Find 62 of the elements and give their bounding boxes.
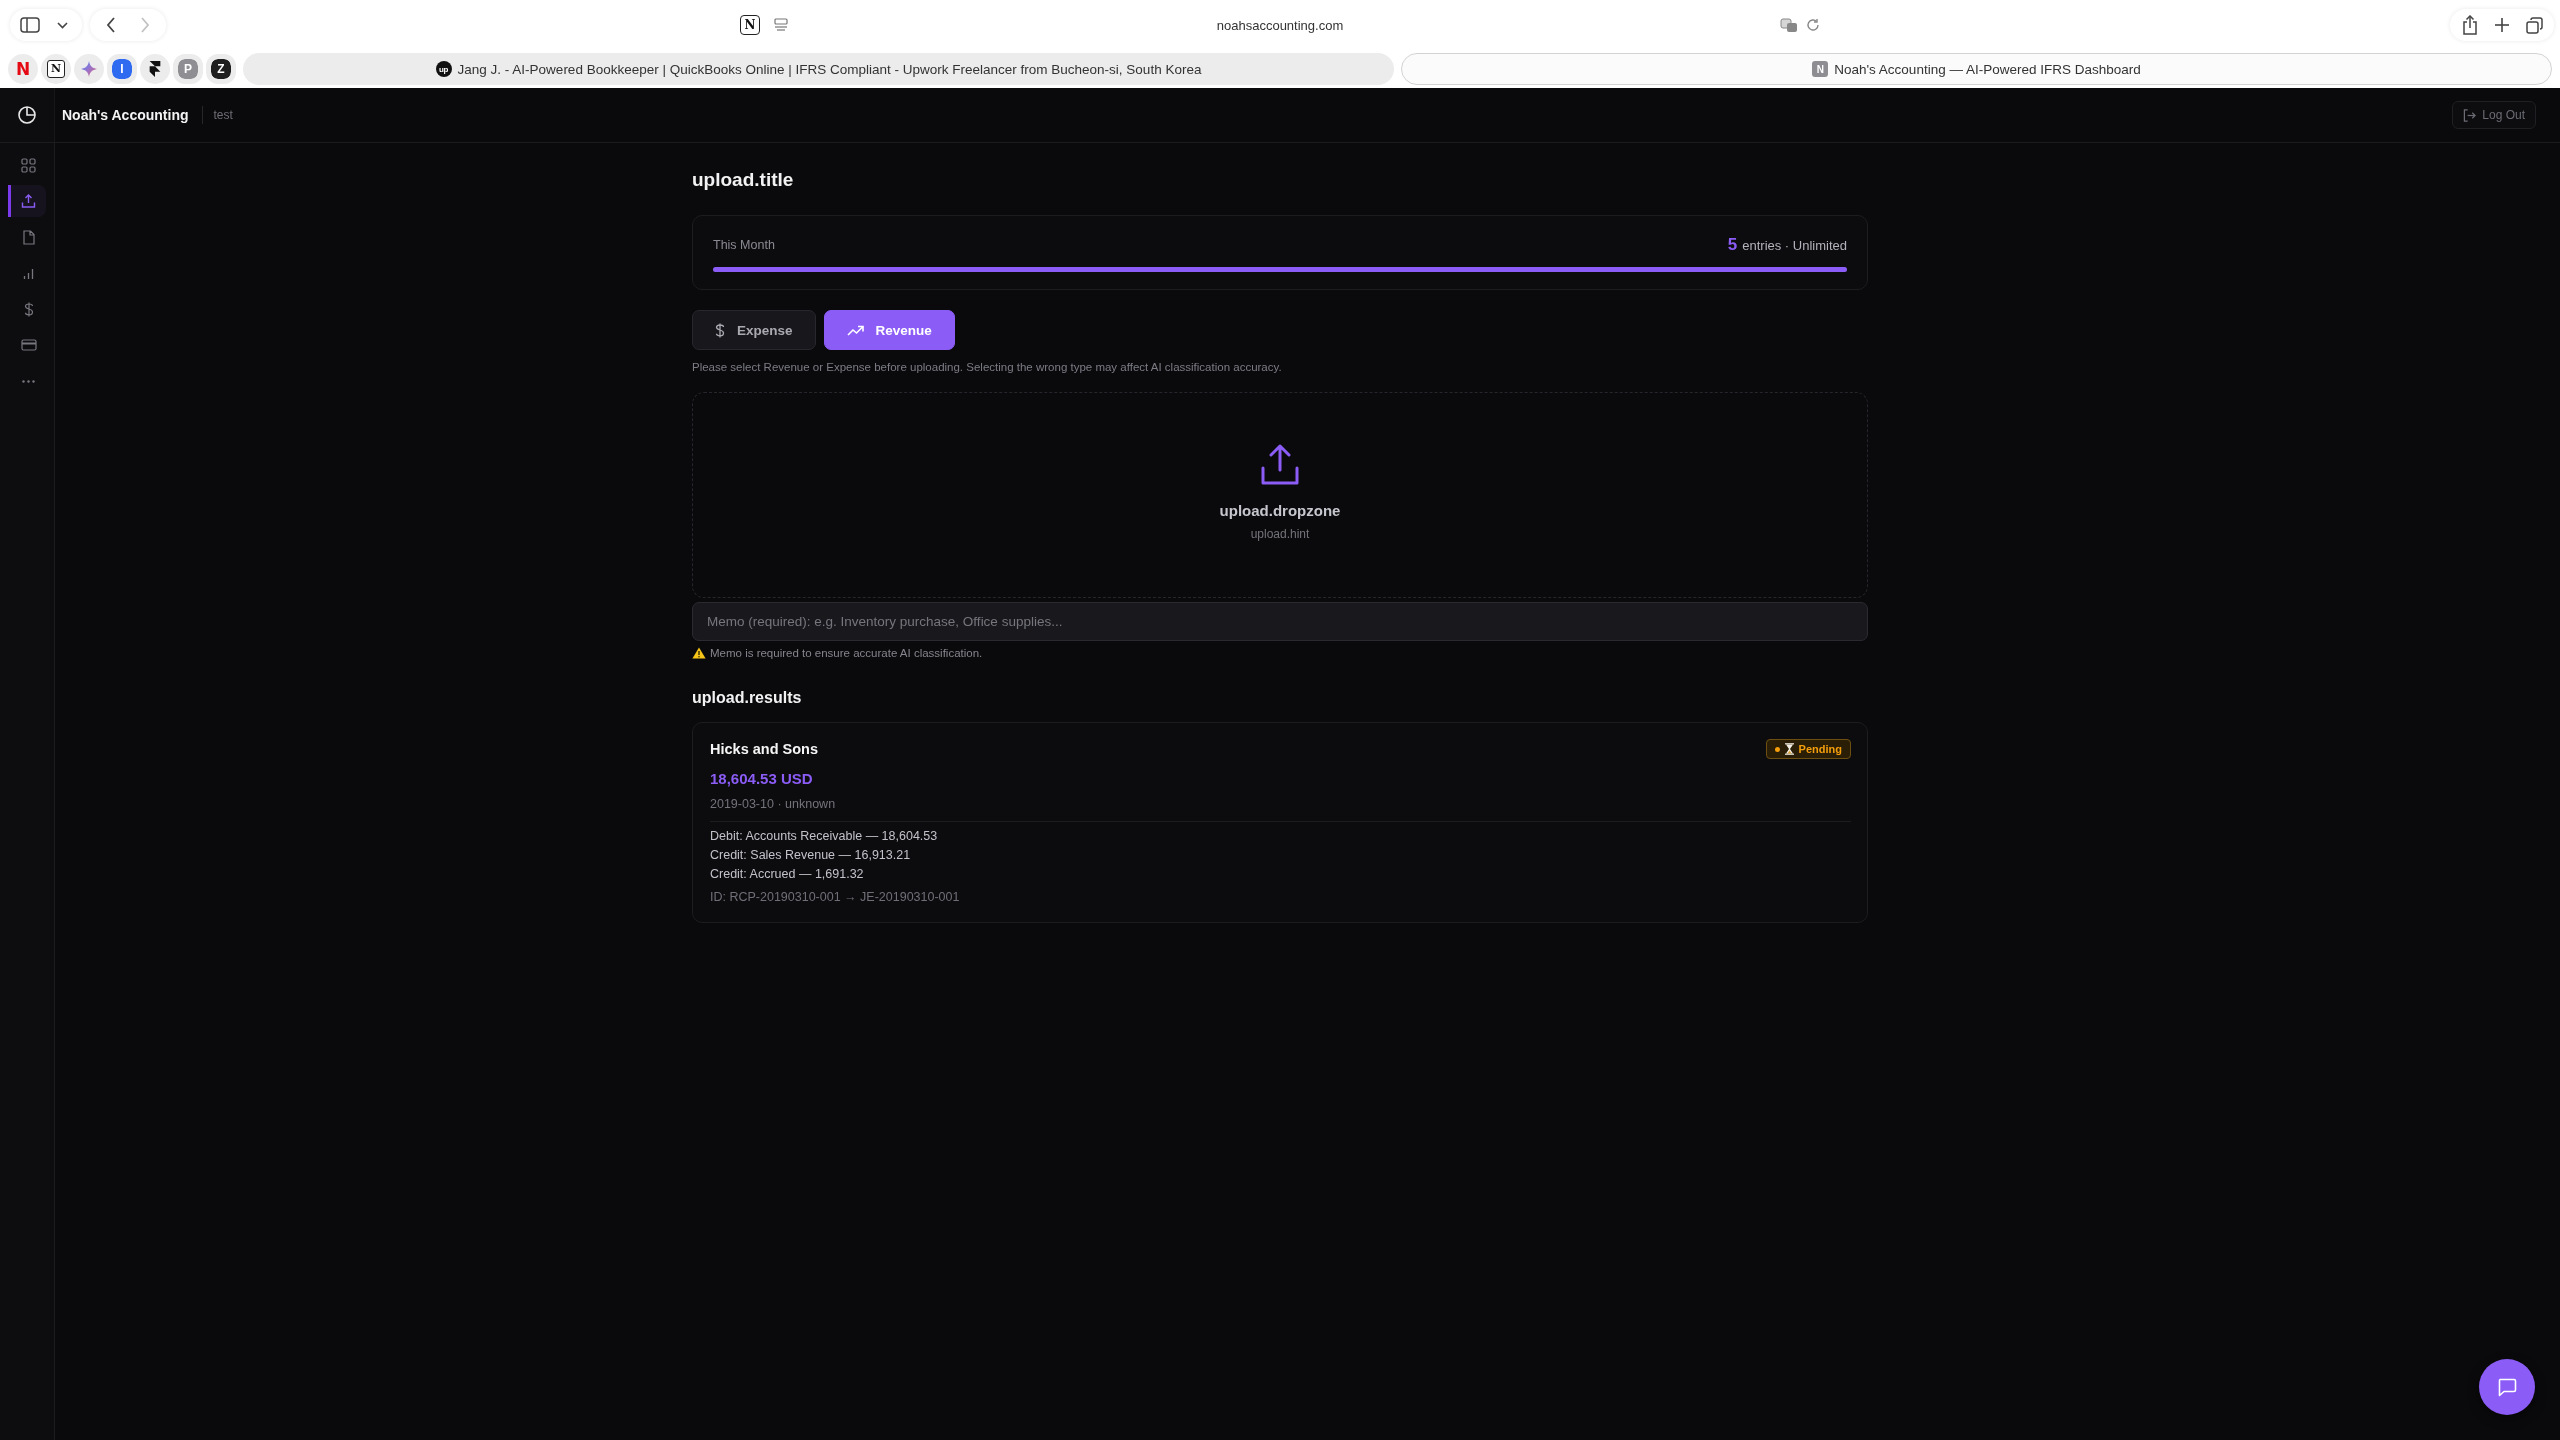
dollar-icon [23,301,34,317]
chat-bubble-icon [2497,1377,2517,1397]
log-out-button[interactable]: Log Out [2452,101,2536,129]
warning-icon [692,647,706,659]
chevron-left-icon [106,17,116,33]
url-text: noahsaccounting.com [1216,17,1344,33]
memo-field[interactable]: Memo (required): e.g. Inventory purchase, Office supplies... [692,602,1868,641]
dollar-icon [715,322,725,338]
upload-icon [1260,443,1300,485]
share-icon [2462,15,2478,35]
entry-type-button[interactable]: Revenue [823,310,955,350]
memo-warning-text: Memo is required to ensure accurate AI classification. [710,646,983,661]
sparkle-icon [81,61,97,77]
vendor-name: Hicks and Sons [710,741,818,757]
pinned-tab[interactable]: I [107,54,137,84]
reference-id-text: ID: RCP-20190310-001 → JE-20190310-001 [710,889,960,906]
chevron-down-icon [56,21,68,29]
pinned-tab[interactable] [140,54,170,84]
browser-tab[interactable]: N Noah's Accounting — AI-Powered IFRS Dashboard [1401,53,2552,85]
chevron-right-icon [140,17,150,33]
type-hint-text: Please select Revenue or Expense before uploading. Selecting the wrong type may affect AI classification accuracy. [692,360,1282,375]
period-label: This Month [713,238,775,252]
journal-line: Debit: Accounts Receivable — 18,604.53 [710,828,938,845]
more-icon [22,379,35,383]
app-name: Noah's Accounting [62,107,189,123]
pinned-tab[interactable]: N [8,54,38,84]
trend-up-icon [846,324,864,336]
usage-text: entries · Unlimited [1742,238,1847,253]
plus-icon [2495,18,2509,32]
file-icon [22,229,35,245]
logo-icon [149,61,161,77]
dropzone-title: upload.dropzone [1219,501,1341,521]
grid-icon [21,157,36,173]
status-text: Pending [1798,743,1842,755]
dropzone-hint: upload.hint [1250,526,1310,542]
entry-type-button[interactable]: Expense [692,310,816,350]
browser-tab[interactable]: up Jang J. - AI-Powered Bookkeeper | QuickBooks Online | IFRS Compliant - Upwork Freelancer from Bucheon-si, South Korea [243,53,1394,85]
entry-count: 5 [1727,235,1738,255]
tabs-icon [2525,16,2543,34]
pinned-tab[interactable]: N [41,54,71,84]
drop-zone[interactable]: upload.dropzone upload.hint [692,392,1868,598]
log-out-icon [2463,108,2477,122]
pie-chart-icon [18,106,36,124]
bar-chart-icon [23,267,34,279]
reader-icon [774,18,788,32]
extension-button[interactable]: N [740,15,760,35]
pinned-tab[interactable]: Z [206,54,236,84]
journal-line: Credit: Sales Revenue — 16,913.21 [710,847,911,864]
card-icon [20,339,37,351]
upload-icon [21,194,36,208]
journal-line: Credit: Accrued — 1,691.32 [710,866,864,883]
page-title: upload.title [692,168,794,192]
section-title: upload.results [692,688,802,708]
date-source-text: 2019-03-10 · unknown [710,796,836,813]
sidebar-icon [20,17,40,33]
nav-item[interactable] [8,185,46,217]
workspace-name: test [213,108,233,122]
amount-text: 18,604.53 USD [710,769,813,789]
hourglass-icon [1784,743,1794,755]
status-dot-icon [1774,746,1780,752]
translate-icon [1780,17,1798,33]
reload-icon [1806,18,1820,32]
